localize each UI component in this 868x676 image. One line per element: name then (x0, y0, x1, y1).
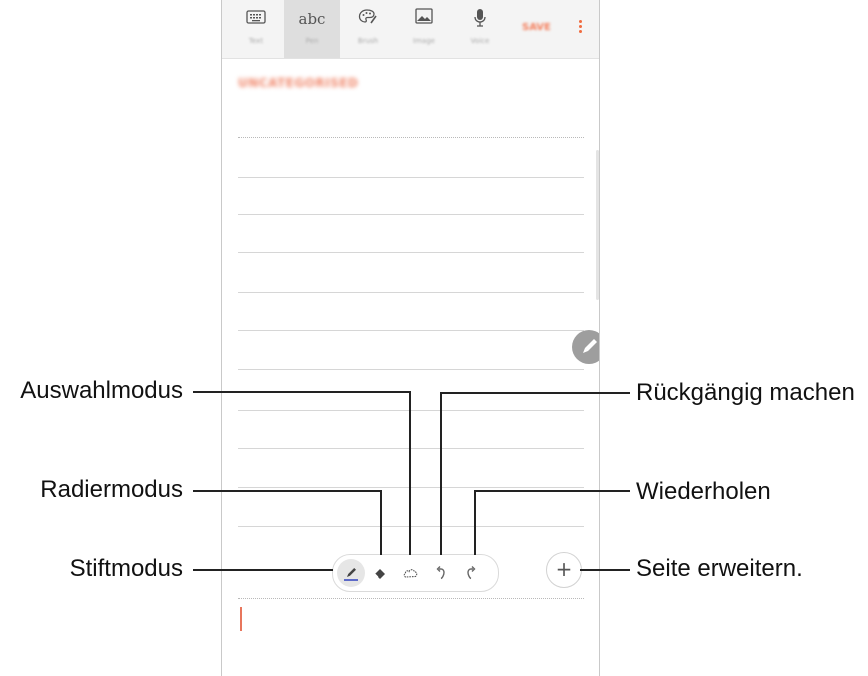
callout-rueckgaengig: Rückgängig machen (636, 379, 855, 406)
callout-seite-erweitern: Seite erweitern. (636, 555, 803, 582)
callout-auswahlmodus: Auswahlmodus (20, 377, 183, 404)
leader-wiederholen (474, 490, 630, 555)
leader-rueckgaengig (440, 392, 630, 555)
leader-radiermodus (193, 490, 382, 555)
callout-wiederholen: Wiederholen (636, 478, 771, 505)
callout-stiftmodus: Stiftmodus (69, 555, 183, 582)
leader-auswahlmodus (193, 391, 411, 555)
callout-radiermodus: Radiermodus (40, 476, 183, 503)
